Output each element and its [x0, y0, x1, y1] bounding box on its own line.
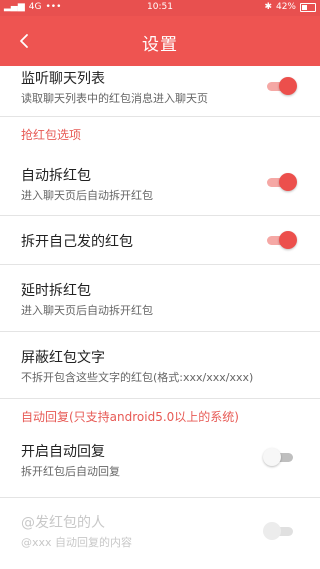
settings-list: 监听聊天列表 读取聊天列表中的红包消息进入聊天页 抢红包选项 自动拆红包 进入聊… — [0, 66, 320, 569]
toggle-knob — [279, 77, 297, 95]
battery-percent: 42% — [275, 2, 296, 12]
section-header-grab: 抢红包选项 — [0, 117, 320, 149]
open-own-toggle[interactable] — [265, 231, 297, 249]
setting-subtitle: 进入聊天页后自动拆开红包 — [21, 189, 153, 202]
app-bar: 设置 — [0, 16, 320, 66]
auto-open-toggle[interactable] — [265, 173, 297, 191]
setting-delay-open[interactable]: 延时拆红包 进入聊天页后自动拆开红包 — [0, 265, 320, 332]
setting-title: 自动拆红包 — [21, 168, 91, 184]
setting-auto-open[interactable]: 自动拆红包 进入聊天页后自动拆开红包 — [0, 149, 320, 216]
setting-title: @发红包的人 — [21, 515, 105, 531]
setting-title: 屏蔽红包文字 — [21, 350, 105, 366]
toggle-knob — [279, 173, 297, 191]
setting-subtitle: 读取聊天列表中的红包消息进入聊天页 — [21, 92, 208, 105]
page-title: 设置 — [142, 35, 178, 55]
setting-subtitle: 拆开红包后自动回复 — [21, 465, 120, 478]
listen-list-toggle[interactable] — [265, 77, 297, 95]
setting-open-own[interactable]: 拆开自己发的红包 — [0, 216, 320, 265]
status-right: ✱ 42% — [264, 2, 316, 12]
setting-title: 延时拆红包 — [21, 283, 91, 299]
setting-listen-chat-list[interactable]: 监听聊天列表 读取聊天列表中的红包消息进入聊天页 — [0, 66, 320, 117]
setting-title: 拆开自己发的红包 — [21, 234, 133, 250]
auto-reply-toggle[interactable] — [263, 448, 295, 466]
toggle-knob — [263, 448, 281, 466]
setting-auto-reply[interactable]: 开启自动回复 拆开红包后自动回复 — [0, 431, 320, 498]
setting-subtitle: 进入聊天页后自动拆开红包 — [21, 304, 153, 317]
setting-subtitle: 不拆开包含这些文字的红包(格式:xxx/xxx/xxx) — [21, 371, 254, 384]
section-label: 自动回复(只支持android5.0以上的系统) — [21, 410, 239, 424]
reply-sender-toggle — [263, 522, 295, 540]
setting-reply-sender: @发红包的人 @xxx 自动回复的内容 — [0, 498, 320, 564]
setting-title: 开启自动回复 — [21, 444, 105, 460]
status-bar: ▂▄▆ 4G ••• 10:51 ✱ 42% — [0, 0, 320, 16]
setting-title: 监听聊天列表 — [21, 71, 105, 87]
section-label: 抢红包选项 — [21, 128, 82, 142]
toggle-knob — [263, 522, 281, 540]
setting-subtitle: @xxx 自动回复的内容 — [21, 536, 133, 549]
setting-block-text[interactable]: 屏蔽红包文字 不拆开包含这些文字的红包(格式:xxx/xxx/xxx) — [0, 332, 320, 399]
toggle-knob — [279, 231, 297, 249]
battery-icon — [300, 2, 316, 12]
section-header-reply: 自动回复(只支持android5.0以上的系统) — [0, 399, 320, 431]
bluetooth-icon: ✱ — [264, 2, 272, 12]
